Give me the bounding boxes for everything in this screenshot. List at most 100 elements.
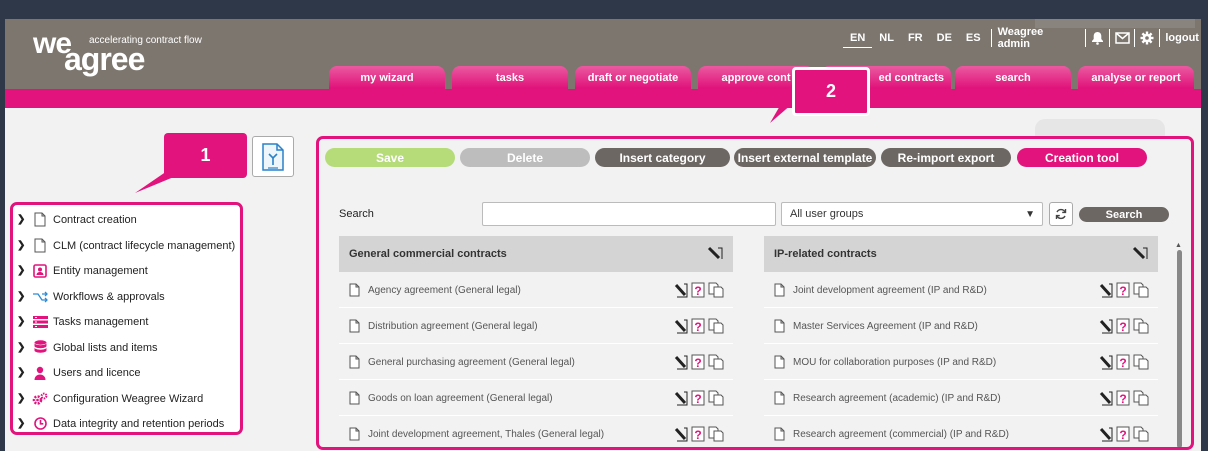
logout-link[interactable]: logout [1163, 32, 1201, 44]
sidebar-item-users-licence[interactable]: ❯ Users and licence [17, 360, 237, 385]
insert-category-button[interactable]: Insert category [595, 148, 730, 167]
tab-search[interactable]: search [955, 66, 1071, 89]
save-button[interactable]: Save [325, 148, 455, 167]
edit-pen-icon[interactable] [1099, 318, 1113, 334]
copy-icon[interactable] [708, 354, 724, 370]
category-title: General commercial contracts [349, 248, 507, 260]
template-name[interactable]: Goods on loan agreement (General legal) [368, 393, 553, 404]
question-icon[interactable]: ? [1116, 282, 1130, 298]
sidebar-item-data-integrity[interactable]: ❯ Data integrity and retention periods [17, 411, 237, 436]
edit-pen-icon[interactable] [707, 246, 723, 263]
search-label: Search [339, 208, 374, 220]
question-icon[interactable]: ? [1116, 426, 1130, 442]
template-name[interactable]: Distribution agreement (General legal) [368, 321, 538, 332]
template-name[interactable]: Master Services Agreement (IP and R&D) [793, 321, 978, 332]
sidebar-item-entity-management[interactable]: ❯ Entity management [17, 258, 237, 283]
row-actions: ? [674, 426, 724, 442]
template-row[interactable]: Research agreement (academic) (IP and R&… [764, 380, 1158, 416]
reimport-export-button[interactable]: Re-import export [881, 148, 1011, 167]
scrollbar-thumb[interactable] [1177, 250, 1182, 447]
edit-pen-icon[interactable] [1099, 390, 1113, 406]
question-icon[interactable]: ? [1116, 318, 1130, 334]
template-name[interactable]: Agency agreement (General legal) [368, 285, 521, 296]
svg-text:?: ? [694, 356, 701, 370]
search-input[interactable] [482, 202, 776, 226]
template-name[interactable]: Research agreement (commercial) (IP and … [793, 429, 1009, 440]
sidebar-item-contract-creation[interactable]: ❯ Contract creation [17, 207, 237, 232]
edit-pen-icon[interactable] [1099, 354, 1113, 370]
copy-icon[interactable] [1133, 354, 1149, 370]
edit-pen-icon[interactable] [1099, 282, 1113, 298]
question-icon[interactable]: ? [691, 282, 705, 298]
copy-icon[interactable] [1133, 390, 1149, 406]
edit-pen-icon[interactable] [674, 426, 688, 442]
sidebar-item-configuration[interactable]: ❯ Configuration Weagree Wizard [17, 386, 237, 411]
copy-icon[interactable] [1133, 426, 1149, 442]
edit-pen-icon[interactable] [674, 390, 688, 406]
template-name[interactable]: MOU for collaboration purposes (IP and R… [793, 357, 996, 368]
template-row[interactable]: General purchasing agreement (General le… [339, 344, 733, 380]
sidebar-item-tasks-management[interactable]: ❯ Tasks management [17, 309, 237, 334]
tab-analyse-or-report[interactable]: analyse or report [1078, 66, 1194, 89]
edit-pen-icon[interactable] [1099, 426, 1113, 442]
template-name[interactable]: Research agreement (academic) (IP and R&… [793, 393, 1001, 404]
copy-icon[interactable] [1133, 282, 1149, 298]
sidebar-item-clm[interactable]: ❯ CLM (contract lifecycle management) [17, 233, 237, 258]
question-icon[interactable]: ? [1116, 390, 1130, 406]
question-icon[interactable]: ? [691, 390, 705, 406]
copy-icon[interactable] [708, 318, 724, 334]
template-row[interactable]: Research agreement (commercial) (IP and … [764, 416, 1158, 447]
template-row[interactable]: Joint development agreement, Thales (Gen… [339, 416, 733, 447]
lang-nl[interactable]: NL [872, 29, 901, 47]
document-icon [31, 211, 49, 229]
row-actions: ? [1099, 318, 1149, 334]
mail-icon[interactable] [1113, 30, 1131, 46]
svg-text:?: ? [1119, 356, 1126, 370]
template-row[interactable]: Agency agreement (General legal)? [339, 272, 733, 308]
scroll-up-icon[interactable]: ▲ [1175, 242, 1182, 249]
lang-de[interactable]: DE [930, 29, 959, 47]
edit-pen-icon[interactable] [674, 354, 688, 370]
template-row[interactable]: Goods on loan agreement (General legal)? [339, 380, 733, 416]
user-group-select[interactable]: All user groups ▼ [781, 202, 1043, 226]
search-button[interactable]: Search [1079, 207, 1169, 222]
delete-button[interactable]: Delete [460, 148, 590, 167]
document-icon [31, 237, 49, 255]
copy-icon[interactable] [708, 390, 724, 406]
template-row[interactable]: MOU for collaboration purposes (IP and R… [764, 344, 1158, 380]
tab-my-wizard[interactable]: my wizard [329, 66, 445, 89]
lang-en[interactable]: EN [843, 29, 873, 48]
gear-icon[interactable] [1138, 30, 1156, 46]
question-icon[interactable]: ? [691, 354, 705, 370]
lang-es[interactable]: ES [959, 29, 988, 47]
template-name[interactable]: Joint development agreement, Thales (Gen… [368, 429, 604, 440]
import-button[interactable] [252, 136, 294, 177]
user-name[interactable]: Weagree admin [995, 26, 1082, 50]
edit-pen-icon[interactable] [674, 318, 688, 334]
scrollbar[interactable]: ▲ [1175, 242, 1183, 447]
refresh-button[interactable] [1049, 202, 1073, 226]
question-icon[interactable]: ? [1116, 354, 1130, 370]
sidebar-item-global-lists[interactable]: ❯ Global lists and items [17, 335, 237, 360]
edit-pen-icon[interactable] [674, 282, 688, 298]
template-row[interactable]: Joint development agreement (IP and R&D)… [764, 272, 1158, 308]
edit-pen-icon[interactable] [1132, 246, 1148, 263]
question-icon[interactable]: ? [691, 318, 705, 334]
svg-text:?: ? [694, 284, 701, 298]
tab-tasks[interactable]: tasks [452, 66, 568, 89]
copy-icon[interactable] [708, 282, 724, 298]
copy-icon[interactable] [1133, 318, 1149, 334]
tab-draft-or-negotiate[interactable]: draft or negotiate [575, 66, 691, 89]
question-icon[interactable]: ? [691, 426, 705, 442]
template-row[interactable]: Master Services Agreement (IP and R&D)? [764, 308, 1158, 344]
creation-tool-button[interactable]: Creation tool [1017, 148, 1147, 167]
logo-agree: agree [64, 41, 145, 77]
bell-icon[interactable] [1089, 30, 1107, 46]
template-name[interactable]: Joint development agreement (IP and R&D) [793, 285, 987, 296]
lang-fr[interactable]: FR [901, 29, 930, 47]
template-name[interactable]: General purchasing agreement (General le… [368, 357, 575, 368]
template-row[interactable]: Distribution agreement (General legal)? [339, 308, 733, 344]
insert-external-template-button[interactable]: Insert external template [734, 148, 876, 167]
sidebar-item-workflows[interactable]: ❯ Workflows & approvals [17, 284, 237, 309]
copy-icon[interactable] [708, 426, 724, 442]
